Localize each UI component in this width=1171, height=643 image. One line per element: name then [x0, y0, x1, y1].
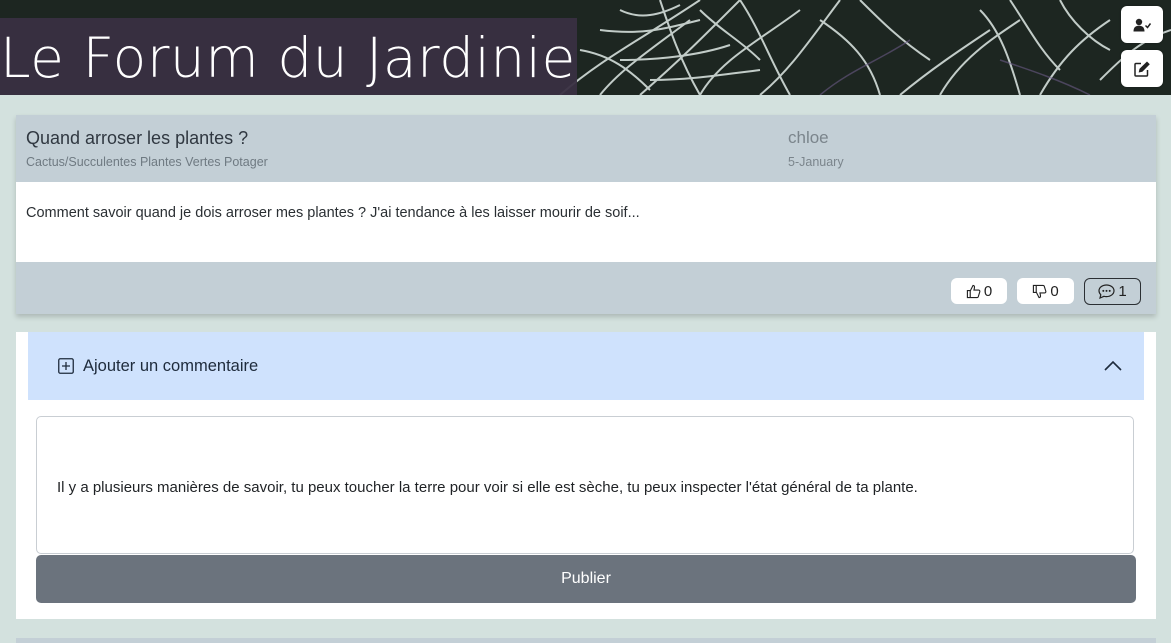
next-post-card-edge [16, 638, 1156, 643]
comment-text: Il y a plusieurs manières de savoir, tu … [57, 479, 918, 496]
post-header: Quand arroser les plantes ? Cactus/Succu… [16, 115, 1156, 182]
post-author: chloe [788, 128, 829, 147]
thumbs-up-icon [966, 284, 981, 298]
like-count: 0 [983, 282, 993, 300]
dislike-count: 0 [1050, 282, 1059, 300]
edit-square-icon [1134, 61, 1150, 77]
post-text: Comment savoir quand je dois arroser mes… [26, 205, 640, 221]
like-button[interactable]: 0 [951, 278, 1007, 304]
new-post-button[interactable] [1121, 50, 1163, 87]
post-body: Comment savoir quand je dois arroser mes… [16, 182, 1156, 262]
add-comment-toggle[interactable]: Ajouter un commentaire [28, 332, 1144, 400]
comment-count: 1 [1118, 283, 1127, 300]
comment-textarea[interactable]: Il y a plusieurs manières de savoir, tu … [36, 416, 1134, 554]
comment-panel: Ajouter un commentaire Il y a plusieurs … [16, 332, 1156, 619]
site-title: Le Forum du Jardinier [0, 18, 577, 95]
post-tags: Cactus/Succulentes Plantes Vertes Potage… [26, 155, 268, 169]
plus-square-icon [58, 358, 74, 374]
publish-button[interactable]: Publier [36, 555, 1136, 603]
post-title[interactable]: Quand arroser les plantes ? [26, 128, 248, 149]
user-account-button[interactable] [1121, 6, 1163, 43]
post-card: Quand arroser les plantes ? Cactus/Succu… [16, 115, 1156, 314]
comments-button[interactable]: 1 [1084, 278, 1141, 305]
chat-dots-icon [1098, 284, 1115, 299]
header-banner: Le Forum du Jardinier [0, 0, 1171, 95]
post-date: 5-January [788, 155, 844, 169]
add-comment-label: Ajouter un commentaire [83, 357, 259, 375]
thumbs-down-icon [1033, 284, 1047, 298]
dislike-button[interactable]: 0 [1017, 278, 1074, 304]
chevron-up-icon [1104, 360, 1122, 371]
user-check-icon [1133, 18, 1151, 31]
